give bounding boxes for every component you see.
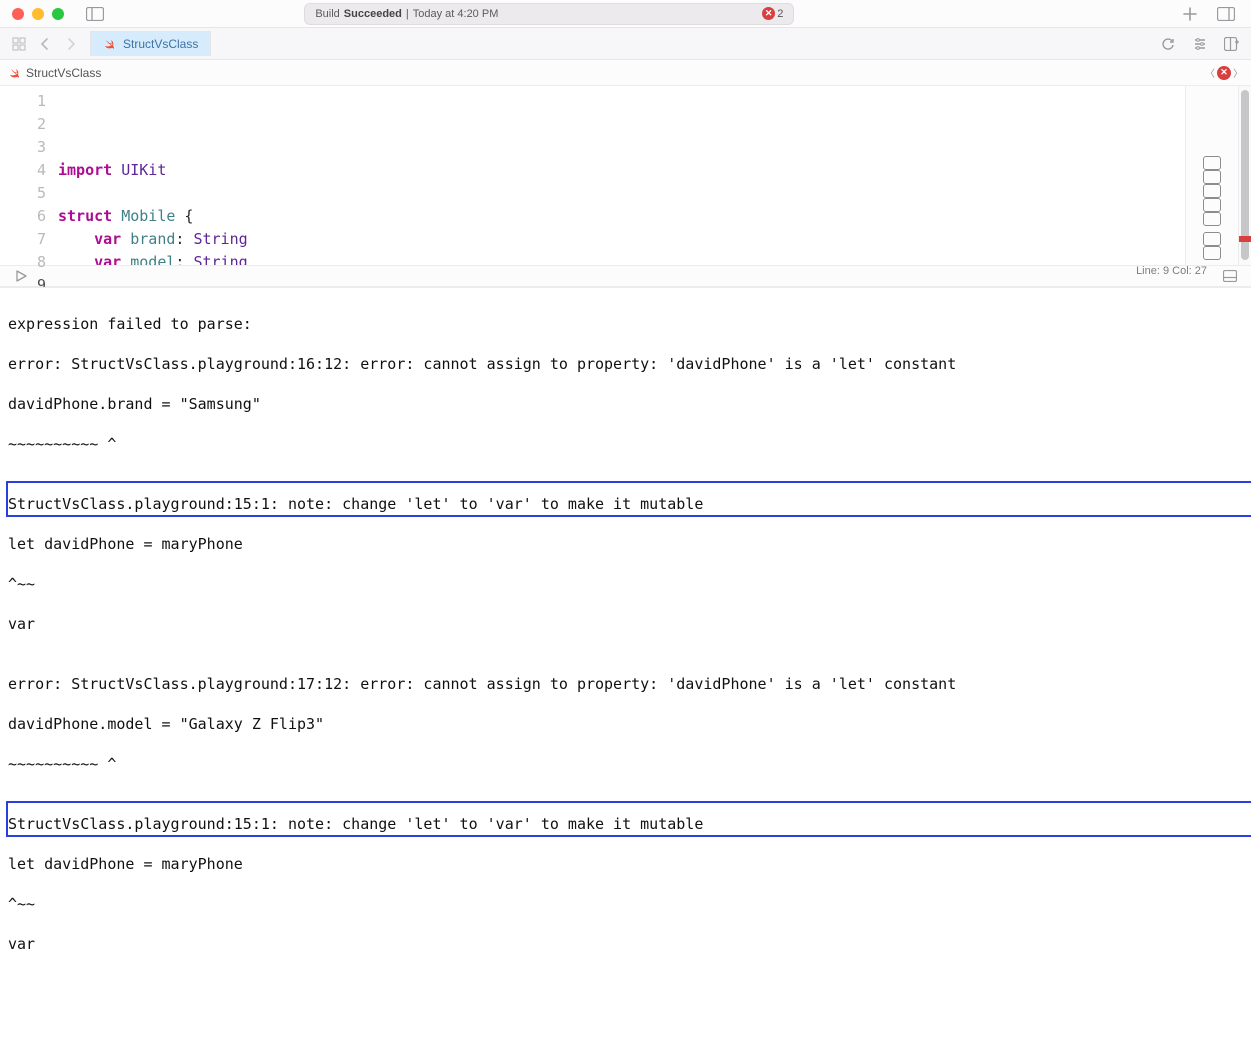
close-window-button[interactable] — [12, 8, 24, 20]
chevron-right-icon[interactable]: 〉 — [1233, 65, 1243, 80]
code-editor[interactable]: 123456789101112131415161718192021 import… — [0, 86, 1186, 265]
editor-wrapper: 123456789101112131415161718192021 import… — [0, 86, 1251, 1054]
tab-label: StructVsClass — [123, 37, 198, 51]
add-tab-icon[interactable] — [1179, 3, 1201, 25]
status-time: Today at 4:20 PM — [413, 8, 499, 20]
console-line: error: StructVsClass.playground:17:12: e… — [8, 674, 1243, 694]
breadcrumb-bar: StructVsClass 〈 ✕ 〉 — [0, 60, 1251, 86]
result-indicator[interactable] — [1203, 246, 1221, 260]
refresh-icon[interactable] — [1157, 33, 1179, 55]
panel-toggle-icon[interactable] — [1219, 265, 1241, 287]
error-octagon-icon: ✕ — [762, 7, 775, 20]
add-editor-icon[interactable] — [1221, 33, 1243, 55]
nav-forward-icon[interactable] — [60, 33, 82, 55]
error-count: 2 — [777, 8, 783, 20]
console-line: var — [8, 934, 1243, 954]
error-badge-icon[interactable]: ✕ — [1217, 66, 1231, 80]
build-status-pill[interactable]: Build Succeeded | Today at 4:20 PM ✕ 2 — [304, 3, 794, 25]
result-indicator[interactable] — [1203, 232, 1221, 246]
console-line: expression failed to parse: — [8, 314, 1243, 334]
console-line: davidPhone.brand = "Samsung" — [8, 394, 1243, 414]
cursor-position: Line: 9 Col: 27 — [1136, 265, 1207, 287]
console-line: davidPhone.model = "Galaxy Z Flip3" — [8, 714, 1243, 734]
results-sidebar — [1186, 86, 1238, 265]
editor-status-strip: Line: 9 Col: 27 — [0, 265, 1251, 287]
code-area[interactable]: import UIKitstruct Mobile { var brand: S… — [58, 86, 1185, 265]
result-indicator[interactable] — [1203, 198, 1221, 212]
error-marker[interactable] — [1239, 236, 1251, 242]
console-line: StructVsClass.playground:15:1: note: cha… — [8, 494, 1243, 514]
tab-bar: StructVsClass — [0, 28, 1251, 60]
console-line: ~~~~~~~~~~ ^ — [8, 754, 1243, 774]
related-items-icon[interactable] — [8, 33, 30, 55]
debug-console[interactable]: expression failed to parse: error: Struc… — [0, 287, 1251, 1054]
swift-file-icon — [103, 37, 117, 51]
status-strong: Succeeded — [344, 8, 402, 20]
sidebar-toggle-icon[interactable] — [82, 3, 108, 25]
panels-toggle-icon[interactable] — [1213, 3, 1239, 25]
status-prefix: Build — [315, 8, 339, 20]
window-controls — [12, 8, 64, 20]
status-sep: | — [406, 8, 409, 20]
result-indicator[interactable] — [1203, 170, 1221, 184]
titlebar: Build Succeeded | Today at 4:20 PM ✕ 2 — [0, 0, 1251, 28]
console-line: ~~~~~~~~~~ ^ — [8, 434, 1243, 454]
result-indicator[interactable] — [1203, 212, 1221, 226]
scrollbar-thumb[interactable] — [1241, 90, 1249, 260]
result-indicator[interactable] — [1203, 184, 1221, 198]
vertical-scrollbar[interactable] — [1238, 86, 1251, 265]
console-line: ^~~ — [8, 894, 1243, 914]
tab-structvsclass[interactable]: StructVsClass — [90, 31, 211, 56]
console-line: var — [8, 614, 1243, 634]
console-line: StructVsClass.playground:15:1: note: cha… — [8, 814, 1243, 834]
nav-back-icon[interactable] — [34, 33, 56, 55]
swift-file-icon — [8, 66, 22, 80]
zoom-window-button[interactable] — [52, 8, 64, 20]
minimize-window-button[interactable] — [32, 8, 44, 20]
console-line: let davidPhone = maryPhone — [8, 534, 1243, 554]
line-gutter: 123456789101112131415161718192021 — [0, 86, 58, 265]
console-line: error: StructVsClass.playground:16:12: e… — [8, 354, 1243, 374]
chevron-left-icon[interactable]: 〈 — [1205, 65, 1215, 80]
result-indicator[interactable] — [1203, 156, 1221, 170]
adjust-editor-icon[interactable] — [1189, 33, 1211, 55]
console-line: let davidPhone = maryPhone — [8, 854, 1243, 874]
console-line: ^~~ — [8, 574, 1243, 594]
breadcrumb-file[interactable]: StructVsClass — [26, 66, 101, 80]
